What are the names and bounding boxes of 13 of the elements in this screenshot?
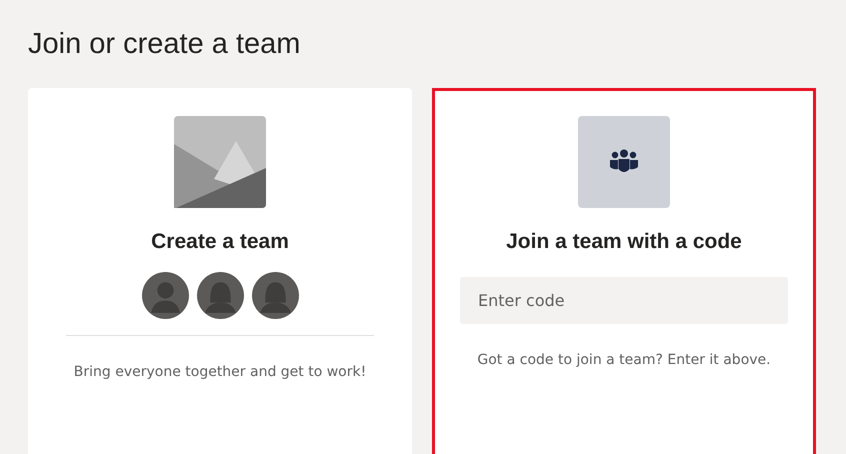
- avatar-icon: [142, 272, 188, 319]
- card-description: Bring everyone together and get to work!: [74, 363, 366, 382]
- people-icon: [609, 149, 639, 175]
- avatar-icon: [252, 272, 298, 319]
- card-title: Create a team: [151, 229, 289, 255]
- image-placeholder-icon: [174, 116, 266, 208]
- code-input-field[interactable]: Enter code: [460, 277, 788, 324]
- team-card[interactable]: Create a team Bring everyone together and get to work!: [28, 88, 412, 454]
- card-description: Got a code to join a team? Enter it above.: [477, 351, 771, 370]
- team-card[interactable]: Join a team with a code Enter code Got a code to join a team? Enter it above.: [432, 88, 816, 454]
- page-title: Join or create a team: [28, 27, 302, 62]
- card-title: Join a team with a code: [506, 229, 742, 255]
- avatar-icon: [196, 272, 244, 319]
